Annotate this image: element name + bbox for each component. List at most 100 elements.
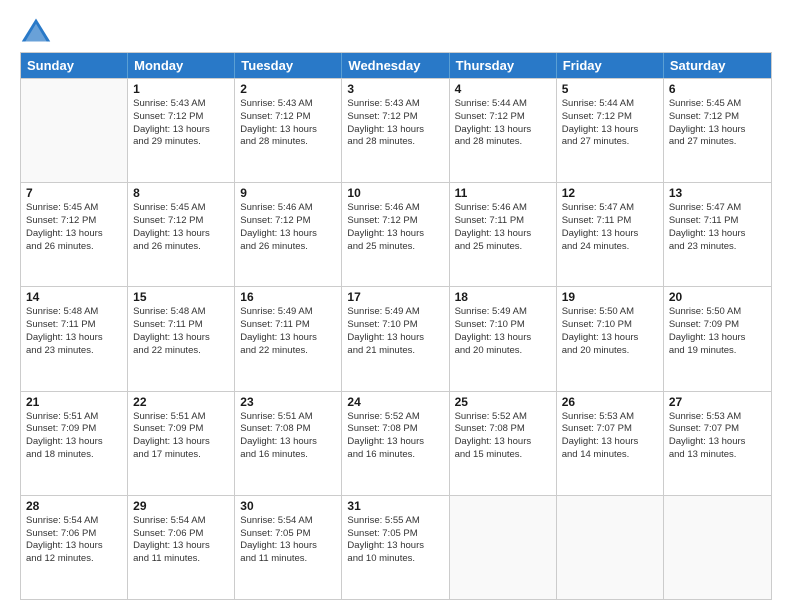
cell-line: Sunrise: 5:53 AM [562, 411, 658, 424]
cell-line: Sunrise: 5:54 AM [26, 515, 122, 528]
cal-cell [664, 496, 771, 599]
cell-line: Daylight: 13 hours [240, 332, 336, 345]
cell-line: and 29 minutes. [133, 136, 229, 149]
cell-line: Sunrise: 5:48 AM [26, 306, 122, 319]
cell-line: Sunset: 7:08 PM [455, 423, 551, 436]
calendar-header: SundayMondayTuesdayWednesdayThursdayFrid… [21, 53, 771, 78]
cell-line: Daylight: 13 hours [562, 332, 658, 345]
cal-cell: 19Sunrise: 5:50 AMSunset: 7:10 PMDayligh… [557, 287, 664, 390]
day-number: 13 [669, 186, 766, 200]
cell-line: Daylight: 13 hours [669, 332, 766, 345]
cal-cell: 16Sunrise: 5:49 AMSunset: 7:11 PMDayligh… [235, 287, 342, 390]
cell-line: Daylight: 13 hours [455, 436, 551, 449]
cell-line: Daylight: 13 hours [347, 540, 443, 553]
cal-cell: 9Sunrise: 5:46 AMSunset: 7:12 PMDaylight… [235, 183, 342, 286]
cell-line: and 23 minutes. [669, 241, 766, 254]
cell-line: Sunrise: 5:51 AM [133, 411, 229, 424]
cell-line: Sunrise: 5:43 AM [133, 98, 229, 111]
cell-line: Daylight: 13 hours [669, 228, 766, 241]
cell-line: Sunrise: 5:46 AM [347, 202, 443, 215]
day-number: 8 [133, 186, 229, 200]
cell-line: Daylight: 13 hours [562, 228, 658, 241]
cell-line: and 16 minutes. [347, 449, 443, 462]
cell-line: Sunrise: 5:45 AM [133, 202, 229, 215]
cell-line: Daylight: 13 hours [133, 228, 229, 241]
cell-line: Daylight: 13 hours [26, 436, 122, 449]
day-number: 26 [562, 395, 658, 409]
cell-line: Sunrise: 5:53 AM [669, 411, 766, 424]
cal-cell [21, 79, 128, 182]
cell-line: Daylight: 13 hours [455, 228, 551, 241]
day-number: 10 [347, 186, 443, 200]
calendar: SundayMondayTuesdayWednesdayThursdayFrid… [20, 52, 772, 600]
day-number: 17 [347, 290, 443, 304]
cell-line: and 19 minutes. [669, 345, 766, 358]
cell-line: Daylight: 13 hours [133, 124, 229, 137]
cal-cell: 26Sunrise: 5:53 AMSunset: 7:07 PMDayligh… [557, 392, 664, 495]
day-number: 30 [240, 499, 336, 513]
cell-line: and 17 minutes. [133, 449, 229, 462]
day-number: 7 [26, 186, 122, 200]
cell-line: Sunrise: 5:52 AM [347, 411, 443, 424]
cell-line: Sunrise: 5:48 AM [133, 306, 229, 319]
cell-line: Daylight: 13 hours [347, 332, 443, 345]
cal-cell: 21Sunrise: 5:51 AMSunset: 7:09 PMDayligh… [21, 392, 128, 495]
cell-line: Daylight: 13 hours [133, 332, 229, 345]
cal-header-cell: Tuesday [235, 53, 342, 78]
cell-line: Sunrise: 5:49 AM [455, 306, 551, 319]
cal-cell: 24Sunrise: 5:52 AMSunset: 7:08 PMDayligh… [342, 392, 449, 495]
cell-line: and 14 minutes. [562, 449, 658, 462]
day-number: 24 [347, 395, 443, 409]
cal-cell: 10Sunrise: 5:46 AMSunset: 7:12 PMDayligh… [342, 183, 449, 286]
cal-cell: 17Sunrise: 5:49 AMSunset: 7:10 PMDayligh… [342, 287, 449, 390]
cal-cell: 13Sunrise: 5:47 AMSunset: 7:11 PMDayligh… [664, 183, 771, 286]
cell-line: and 22 minutes. [133, 345, 229, 358]
cell-line: and 25 minutes. [347, 241, 443, 254]
day-number: 3 [347, 82, 443, 96]
cal-week-1: 7Sunrise: 5:45 AMSunset: 7:12 PMDaylight… [21, 182, 771, 286]
logo-icon [20, 16, 52, 44]
cell-line: Daylight: 13 hours [347, 436, 443, 449]
logo [20, 16, 56, 44]
cal-header-cell: Sunday [21, 53, 128, 78]
cal-cell: 1Sunrise: 5:43 AMSunset: 7:12 PMDaylight… [128, 79, 235, 182]
cell-line: Daylight: 13 hours [669, 436, 766, 449]
day-number: 2 [240, 82, 336, 96]
cell-line: and 11 minutes. [133, 553, 229, 566]
day-number: 31 [347, 499, 443, 513]
cell-line: Sunset: 7:12 PM [347, 111, 443, 124]
cell-line: and 16 minutes. [240, 449, 336, 462]
cell-line: Sunset: 7:10 PM [455, 319, 551, 332]
cell-line: Sunrise: 5:54 AM [240, 515, 336, 528]
day-number: 5 [562, 82, 658, 96]
day-number: 18 [455, 290, 551, 304]
cal-cell: 25Sunrise: 5:52 AMSunset: 7:08 PMDayligh… [450, 392, 557, 495]
day-number: 22 [133, 395, 229, 409]
calendar-body: 1Sunrise: 5:43 AMSunset: 7:12 PMDaylight… [21, 78, 771, 599]
cell-line: Daylight: 13 hours [347, 228, 443, 241]
day-number: 20 [669, 290, 766, 304]
cell-line: Daylight: 13 hours [562, 436, 658, 449]
cal-cell: 31Sunrise: 5:55 AMSunset: 7:05 PMDayligh… [342, 496, 449, 599]
day-number: 27 [669, 395, 766, 409]
cell-line: Sunset: 7:06 PM [133, 528, 229, 541]
cell-line: Sunset: 7:09 PM [669, 319, 766, 332]
cell-line: Sunrise: 5:44 AM [455, 98, 551, 111]
cal-cell: 6Sunrise: 5:45 AMSunset: 7:12 PMDaylight… [664, 79, 771, 182]
cal-cell: 12Sunrise: 5:47 AMSunset: 7:11 PMDayligh… [557, 183, 664, 286]
cal-cell: 22Sunrise: 5:51 AMSunset: 7:09 PMDayligh… [128, 392, 235, 495]
cell-line: Sunrise: 5:46 AM [240, 202, 336, 215]
cal-cell: 14Sunrise: 5:48 AMSunset: 7:11 PMDayligh… [21, 287, 128, 390]
cell-line: Sunset: 7:09 PM [133, 423, 229, 436]
cell-line: Sunset: 7:05 PM [347, 528, 443, 541]
day-number: 28 [26, 499, 122, 513]
day-number: 29 [133, 499, 229, 513]
cell-line: and 12 minutes. [26, 553, 122, 566]
cal-cell [557, 496, 664, 599]
cell-line: and 27 minutes. [669, 136, 766, 149]
cell-line: and 24 minutes. [562, 241, 658, 254]
cell-line: and 26 minutes. [133, 241, 229, 254]
cell-line: Daylight: 13 hours [26, 332, 122, 345]
cal-header-cell: Thursday [450, 53, 557, 78]
cell-line: Daylight: 13 hours [562, 124, 658, 137]
